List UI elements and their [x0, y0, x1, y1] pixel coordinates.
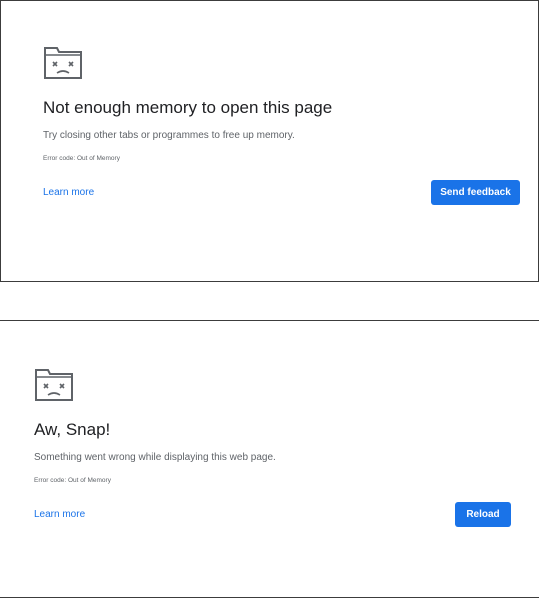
- error-code: Error code: Out of Memory: [34, 477, 111, 484]
- aw-snap-error-page: Aw, Snap! Something went wrong while dis…: [0, 320, 539, 598]
- page-title: Aw, Snap!: [34, 420, 111, 439]
- error-description: Something went wrong while displaying th…: [34, 452, 276, 463]
- sad-tab-icon: [35, 369, 73, 401]
- memory-error-page: Not enough memory to open this page Try …: [0, 0, 539, 282]
- sad-tab-icon: [44, 47, 82, 79]
- learn-more-link[interactable]: Learn more: [34, 509, 85, 520]
- error-description: Try closing other tabs or programmes to …: [43, 130, 295, 141]
- learn-more-link[interactable]: Learn more: [43, 187, 94, 198]
- reload-button[interactable]: Reload: [455, 502, 511, 527]
- send-feedback-button[interactable]: Send feedback: [431, 180, 520, 205]
- error-code: Error code: Out of Memory: [43, 155, 120, 162]
- page-title: Not enough memory to open this page: [43, 98, 333, 117]
